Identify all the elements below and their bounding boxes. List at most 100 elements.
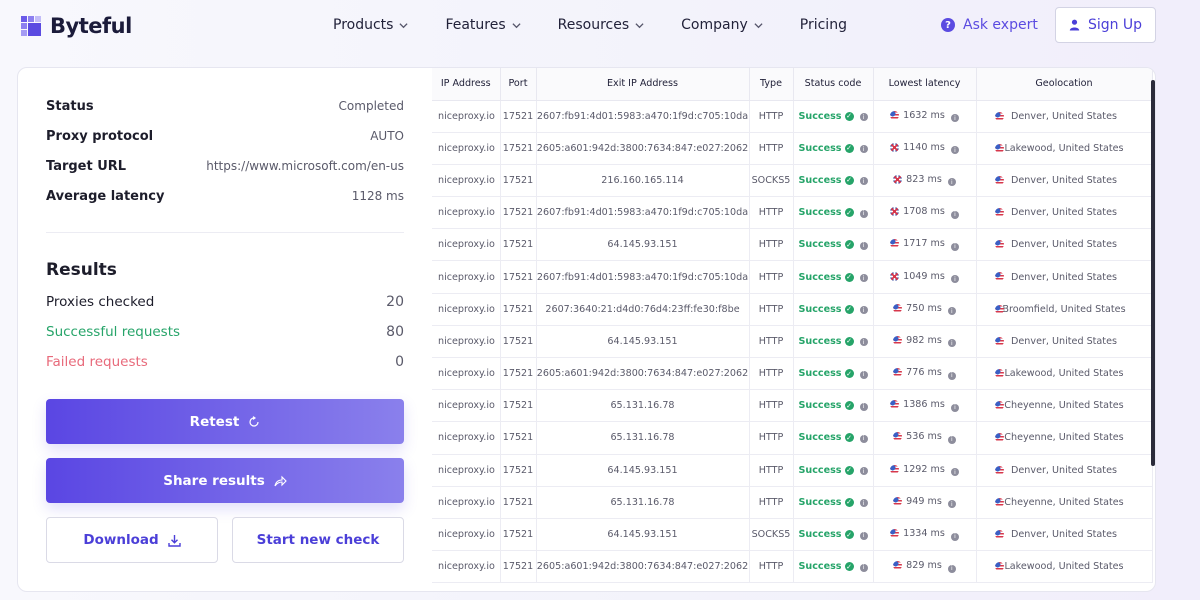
signup-button[interactable]: Sign Up — [1055, 7, 1156, 43]
check-circle-icon: ✓ — [844, 433, 854, 443]
latency-value-group: 1140 ms — [890, 142, 945, 153]
col-port: Port — [500, 68, 537, 101]
status-text: Success — [798, 335, 842, 347]
us-flag-icon — [890, 110, 900, 120]
info-icon[interactable]: i — [859, 306, 868, 315]
download-label: Download — [83, 532, 159, 548]
cell-ip-address: niceproxy.io — [432, 293, 501, 326]
cell-type: HTTP — [749, 357, 794, 391]
cell-port: 17521 — [500, 550, 537, 584]
target-url-value: https://www.microsoft.com/en-us — [206, 159, 404, 173]
cell-status-code: Success ✓ i — [793, 260, 874, 294]
brand-logo[interactable]: Byteful — [18, 11, 132, 41]
info-icon[interactable]: i — [950, 403, 959, 412]
cell-type: HTTP — [749, 389, 794, 423]
status-success: Success ✓ — [798, 143, 854, 154]
ask-expert-link[interactable]: ? Ask expert — [941, 14, 1038, 36]
info-icon[interactable]: i — [859, 434, 868, 443]
info-icon[interactable]: i — [859, 145, 868, 154]
cell-geolocation: Denver, United States — [976, 164, 1153, 198]
info-icon[interactable]: i — [859, 177, 868, 186]
status-text: Success — [798, 529, 842, 541]
cell-status-code: Success ✓ i — [793, 325, 874, 359]
info-icon[interactable]: i — [859, 274, 868, 283]
status-value: Completed — [338, 99, 404, 113]
info-icon[interactable]: i — [859, 402, 868, 411]
info-icon[interactable]: i — [947, 339, 956, 348]
check-circle-icon: ✓ — [844, 304, 854, 314]
cell-type: HTTP — [749, 260, 794, 294]
geolocation-text: Lakewood, United States — [1004, 368, 1124, 380]
info-icon[interactable]: i — [859, 563, 868, 572]
info-icon[interactable]: i — [947, 500, 956, 509]
info-icon[interactable]: i — [950, 210, 959, 219]
cell-lowest-latency: 829 ms i — [873, 550, 977, 584]
info-icon[interactable]: i — [950, 242, 959, 251]
retest-button[interactable]: Retest — [46, 399, 404, 444]
share-results-button[interactable]: Share results — [46, 458, 404, 503]
status-success: Success ✓ — [798, 529, 854, 541]
successful-requests-label: Successful requests — [46, 324, 181, 340]
col-geolocation: Geolocation — [976, 68, 1153, 101]
failed-requests-value: 0 — [395, 354, 404, 370]
geolocation-text: Cheyenne, United States — [1004, 496, 1124, 508]
info-icon[interactable]: i — [859, 113, 868, 122]
col-status-code: Status code — [793, 68, 874, 101]
latency-value-group: 949 ms — [893, 496, 942, 507]
info-icon[interactable]: i — [947, 435, 956, 444]
latency-text: 750 ms — [906, 302, 942, 314]
proxy-results-table-container[interactable]: IP Address Port Exit IP Address Type Sta… — [432, 68, 1155, 591]
start-new-check-button[interactable]: Start new check — [232, 517, 404, 563]
cell-lowest-latency: 1140 ms i — [873, 132, 977, 165]
cell-geolocation: Lakewood, United States — [976, 550, 1153, 584]
summary-panel: Status Completed Proxy protocol AUTO Tar… — [18, 68, 432, 591]
cell-lowest-latency: 750 ms i — [873, 293, 977, 326]
cell-port: 17521 — [500, 260, 537, 294]
info-icon[interactable]: i — [950, 468, 959, 477]
cell-status-code: Success ✓ i — [793, 228, 874, 262]
table-row: niceproxy.io 17521 64.145.93.151 SOCKS5 Succ… — [432, 518, 1153, 552]
protocol-row: Proxy protocol AUTO — [46, 126, 404, 146]
table-row: niceproxy.io 17521 2605:a601:942d:3800:763… — [432, 550, 1153, 584]
question-circle-icon: ? — [941, 18, 955, 32]
nav-pricing[interactable]: Pricing — [800, 17, 847, 33]
info-icon[interactable]: i — [950, 146, 959, 155]
latency-text: 1632 ms — [903, 109, 945, 121]
cell-ip-address: niceproxy.io — [432, 518, 501, 552]
info-icon[interactable]: i — [950, 275, 959, 284]
info-icon[interactable]: i — [859, 467, 868, 476]
info-icon[interactable]: i — [859, 338, 868, 347]
info-icon[interactable]: i — [859, 531, 868, 540]
cell-ip-address: niceproxy.io — [432, 100, 501, 133]
table-scrollbar[interactable] — [1151, 80, 1155, 466]
info-icon[interactable]: i — [859, 209, 868, 218]
cell-lowest-latency: 1049 ms i — [873, 260, 977, 294]
info-icon[interactable]: i — [947, 178, 956, 187]
cell-exit-ip: 65.131.16.78 — [536, 486, 750, 519]
status-text: Success — [798, 271, 842, 283]
us-flag-icon — [890, 400, 900, 410]
info-icon[interactable]: i — [947, 564, 956, 573]
cell-port: 17521 — [500, 357, 537, 391]
cell-lowest-latency: 776 ms i — [873, 357, 977, 391]
info-icon[interactable]: i — [950, 114, 959, 123]
status-success: Success ✓ — [798, 335, 854, 347]
info-icon[interactable]: i — [859, 370, 868, 379]
info-icon[interactable]: i — [947, 371, 956, 380]
table-row: niceproxy.io 17521 2605:a601:942d:3800:763… — [432, 357, 1153, 391]
info-icon[interactable]: i — [859, 241, 868, 250]
cell-ip-address: niceproxy.io — [432, 325, 501, 359]
nav-pricing-label: Pricing — [799, 17, 847, 33]
nav-company[interactable]: Company — [681, 17, 763, 33]
info-icon[interactable]: i — [950, 532, 959, 541]
cell-type: HTTP — [749, 196, 794, 230]
nav-resources[interactable]: Resources — [558, 17, 645, 33]
download-button[interactable]: Download — [46, 517, 218, 563]
info-icon[interactable]: i — [947, 307, 956, 316]
refresh-icon — [249, 415, 259, 427]
col-ip-address: IP Address — [432, 68, 501, 101]
info-icon[interactable]: i — [859, 499, 868, 508]
cell-exit-ip: 2607:fb91:4d01:5983:a470:1f9d:c705:10da — [536, 260, 750, 294]
nav-products[interactable]: Products — [333, 17, 409, 33]
nav-features[interactable]: Features — [445, 17, 521, 33]
